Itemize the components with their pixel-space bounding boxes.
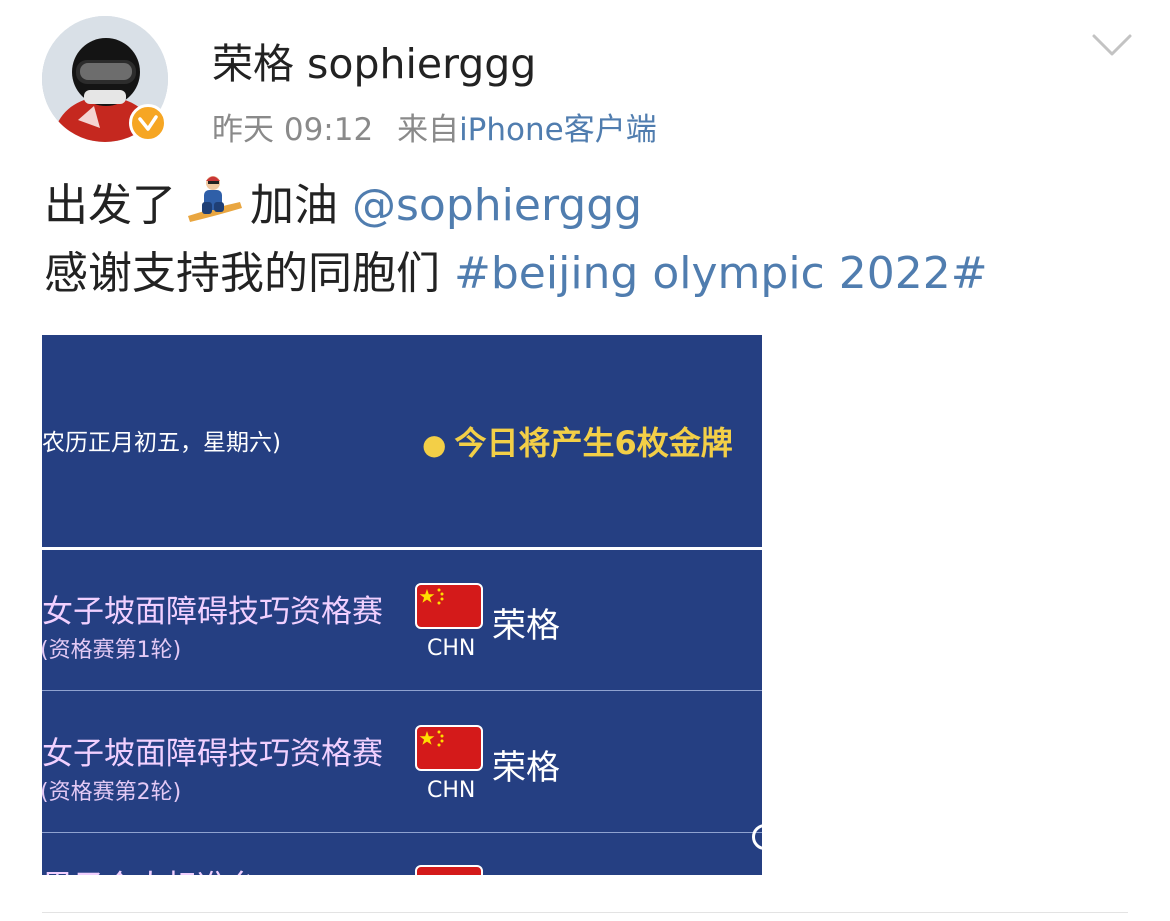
athlete-name: 荣格	[492, 748, 560, 788]
post-line-1: 出发了 加油 @sophierggg	[44, 172, 988, 240]
post-text-c: 感谢支持我的同胞们	[44, 248, 440, 299]
partial-event-name: 男子个人标准台	[42, 861, 259, 875]
country-code: CHN	[427, 778, 476, 803]
china-flag-icon	[415, 725, 483, 771]
event-round: (资格赛第1轮)	[42, 638, 182, 663]
post-meta: 昨天 09:12 来自iPhone客户端	[212, 104, 657, 149]
gold-medal-text: 今日将产生6枚金牌	[454, 424, 733, 462]
source-link[interactable]: iPhone客户端	[459, 112, 657, 148]
row-divider	[42, 832, 762, 833]
event-row: 女子坡面障碍技巧资格赛 (资格赛第1轮) CHN 荣格	[42, 550, 762, 692]
post-time: 昨天 09:12	[212, 112, 374, 148]
post-text-b: 加油	[250, 180, 338, 231]
china-flag-icon	[415, 583, 483, 629]
row-divider	[42, 690, 762, 691]
chevron-down-icon[interactable]	[1090, 30, 1134, 60]
verified-badge-icon	[129, 104, 167, 142]
snowboarder-emoji-icon	[182, 172, 244, 228]
event-name: 女子坡面障碍技巧资格赛	[42, 736, 383, 772]
country-code: CHN	[427, 636, 476, 661]
attached-image[interactable]: 农历正月初五，星期六) ● 今日将产生6枚金牌 女子坡面障碍技巧资格赛 (资格赛第…	[42, 335, 762, 875]
event-name: 女子坡面障碍技巧资格赛	[42, 594, 383, 630]
post-line-2: 感谢支持我的同胞们 #beijing olympic 2022#	[44, 240, 988, 308]
partial-flag-icon	[415, 865, 483, 875]
event-round: (资格赛第2轮)	[42, 780, 182, 805]
author-name[interactable]: 荣格 sophierggg	[212, 30, 536, 90]
event-row: 女子坡面障碍技巧资格赛 (资格赛第2轮) CHN 荣格	[42, 692, 762, 834]
bullet-icon: ●	[422, 428, 447, 461]
mention-link[interactable]: @sophierggg	[352, 180, 642, 231]
schedule-date: 农历正月初五，星期六)	[42, 430, 281, 456]
post-divider	[42, 912, 1128, 913]
post-text-a: 出发了	[44, 180, 176, 231]
gold-medal-notice: ● 今日将产生6枚金牌	[422, 418, 733, 464]
athlete-name: 荣格	[492, 606, 560, 646]
source-prefix: 来自	[397, 112, 460, 148]
hashtag-link[interactable]: #beijing olympic 2022#	[454, 248, 988, 299]
post-text: 出发了 加油 @sophierggg 感谢支持我的同胞们 #beijing ol…	[44, 172, 988, 308]
